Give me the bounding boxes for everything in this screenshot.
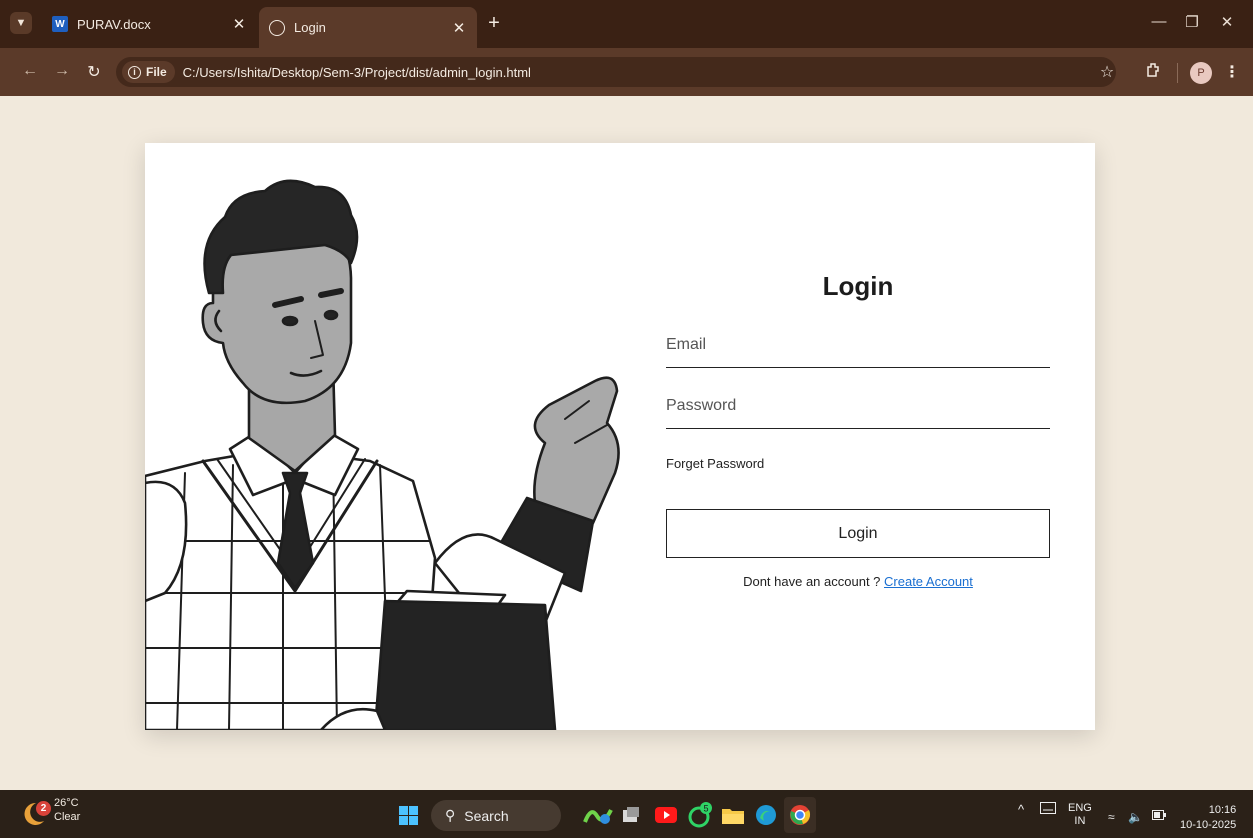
- signup-prompt-text: Dont have an account ?: [743, 574, 885, 589]
- weather-condition: Clear: [54, 811, 81, 823]
- clock[interactable]: 10:16 10-10-2025: [1180, 803, 1236, 833]
- forgot-password-link[interactable]: Forget Password: [666, 456, 764, 471]
- youtube-app-icon[interactable]: [651, 800, 681, 830]
- login-card: Login Forget Password Login Dont have an…: [145, 143, 1095, 730]
- weather-widget[interactable]: 2 26°C Clear: [20, 796, 81, 825]
- copilot-app-icon[interactable]: [583, 800, 613, 830]
- extensions-icon[interactable]: [1143, 62, 1163, 83]
- tab-close-icon[interactable]: ✕: [451, 19, 467, 37]
- windows-start-icon[interactable]: [399, 806, 418, 825]
- profile-avatar[interactable]: P: [1190, 62, 1212, 84]
- wifi-icon[interactable]: ≈: [1108, 810, 1115, 824]
- site-info-chip[interactable]: i File: [122, 61, 175, 83]
- language-line-2: IN: [1074, 815, 1086, 827]
- tray-overflow-icon[interactable]: ^: [1018, 802, 1024, 817]
- tab-close-icon[interactable]: ✕: [231, 15, 247, 33]
- site-info-label: File: [146, 65, 167, 79]
- url-text: C:/Users/Ishita/Desktop/Sem-3/Project/di…: [182, 64, 531, 80]
- forward-button[interactable]: →: [52, 62, 72, 80]
- info-icon: i: [128, 65, 141, 79]
- weather-temperature: 26°C: [54, 797, 79, 809]
- tab-search-button[interactable]: ▼: [10, 12, 32, 34]
- password-input[interactable]: [666, 389, 1050, 429]
- reload-button[interactable]: ↻: [84, 62, 104, 82]
- minimize-button[interactable]: —: [1149, 13, 1169, 30]
- tab-login[interactable]: Login ✕: [259, 7, 477, 48]
- window-close-button[interactable]: ✕: [1217, 13, 1237, 31]
- keyboard-icon[interactable]: [1040, 802, 1056, 817]
- clock-time: 10:16: [1208, 804, 1237, 816]
- tab-title: Login: [294, 20, 326, 35]
- back-button[interactable]: ←: [20, 62, 40, 80]
- login-heading: Login: [822, 271, 894, 301]
- word-icon: W: [52, 16, 68, 32]
- teacher-illustration: [145, 179, 620, 730]
- email-input[interactable]: [666, 328, 1050, 368]
- bookmark-star-icon[interactable]: ☆: [1097, 62, 1117, 82]
- battery-icon[interactable]: [1152, 810, 1166, 823]
- globe-icon: [269, 19, 285, 36]
- toolbar-divider: [1177, 63, 1178, 83]
- tab-title: PURAV.docx: [77, 16, 151, 32]
- chrome-browser-icon[interactable]: [784, 797, 816, 833]
- file-explorer-icon[interactable]: [718, 800, 748, 830]
- whatsapp-badge: 5: [703, 804, 708, 814]
- weather-badge: 2: [36, 801, 51, 816]
- whatsapp-app-icon[interactable]: 5: [685, 800, 715, 830]
- browser-toolbar: ← → ↻ i File C:/Users/Ishita/Desktop/Sem…: [0, 48, 1253, 96]
- language-line-1: ENG: [1068, 802, 1092, 814]
- moon-icon: 2: [20, 797, 51, 825]
- signup-prompt: Dont have an account ? Create Account: [666, 574, 1050, 589]
- login-form: Login Forget Password Login Dont have an…: [666, 143, 1050, 730]
- login-button[interactable]: Login: [666, 509, 1050, 558]
- browser-tab-bar: ▼ W PURAV.docx ✕ Login ✕ + — ❐ ✕: [0, 0, 1253, 48]
- create-account-link[interactable]: Create Account: [884, 574, 973, 589]
- clock-date: 10-10-2025: [1180, 819, 1237, 831]
- edge-browser-icon[interactable]: [751, 800, 781, 830]
- taskbar-search[interactable]: ⚲ Search: [431, 800, 561, 831]
- speaker-muted-icon[interactable]: 🔈: [1128, 810, 1143, 824]
- restore-button[interactable]: ❐: [1182, 13, 1202, 31]
- task-view-icon[interactable]: [616, 800, 646, 830]
- address-bar[interactable]: i File C:/Users/Ishita/Desktop/Sem-3/Pro…: [116, 57, 1116, 87]
- taskbar-search-label: Search: [464, 807, 509, 824]
- tab-word-document[interactable]: W PURAV.docx ✕: [42, 7, 257, 41]
- menu-kebab-icon[interactable]: ⋮: [1222, 62, 1242, 82]
- search-icon: ⚲: [445, 807, 456, 823]
- new-tab-button[interactable]: +: [482, 12, 506, 34]
- language-indicator[interactable]: ENG IN: [1068, 802, 1092, 828]
